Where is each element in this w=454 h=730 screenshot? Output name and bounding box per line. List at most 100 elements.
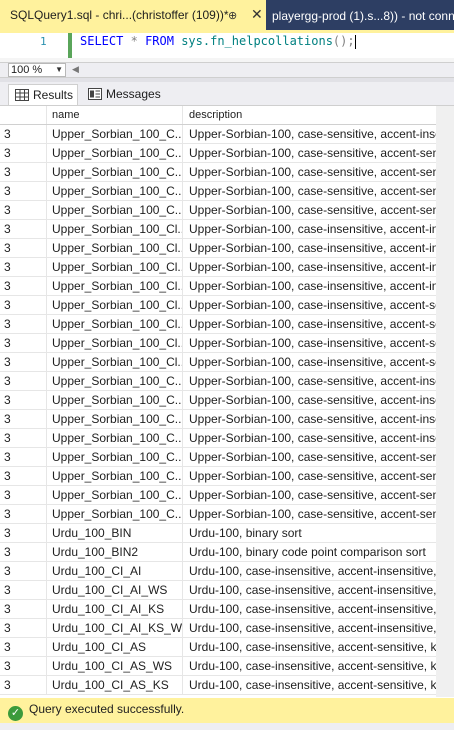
table-row[interactable]: 3 Upper_Sorbian_100_Cl... Upper-Sorbian-10… [0, 258, 436, 277]
cell-rownum[interactable]: 3 [0, 410, 47, 428]
table-row[interactable]: 3 Upper_Sorbian_100_C... Upper-Sorbian-100… [0, 163, 436, 182]
cell-description[interactable]: Upper-Sorbian-100, case-sensitive, accen… [183, 448, 436, 466]
cell-rownum[interactable]: 3 [0, 296, 47, 314]
cell-description[interactable]: Urdu-100, case-insensitive, accent-insen… [183, 619, 436, 637]
column-header-rownum[interactable] [0, 106, 47, 124]
tab-messages[interactable]: Messages [82, 84, 161, 105]
cell-description[interactable]: Upper-Sorbian-100, case-sensitive, accen… [183, 182, 436, 200]
table-row[interactable]: 3 Upper_Sorbian_100_C... Upper-Sorbian-100… [0, 505, 436, 524]
table-row[interactable]: 3 Upper_Sorbian_100_Cl... Upper-Sorbian-10… [0, 296, 436, 315]
cell-name[interactable]: Upper_Sorbian_100_C... [47, 448, 183, 466]
table-row[interactable]: 3 Urdu_100_BIN2 Urdu-100, binary code poin… [0, 543, 436, 562]
cell-name[interactable]: Upper_Sorbian_100_Cl... [47, 296, 183, 314]
cell-name[interactable]: Upper_Sorbian_100_Cl... [47, 277, 183, 295]
cell-name[interactable]: Upper_Sorbian_100_C... [47, 410, 183, 428]
column-header-name[interactable]: name [47, 106, 183, 124]
cell-rownum[interactable]: 3 [0, 486, 47, 504]
cell-name[interactable]: Urdu_100_CI_AI_KS [47, 600, 183, 618]
cell-rownum[interactable]: 3 [0, 429, 47, 447]
cell-description[interactable]: Urdu-100, case-insensitive, accent-sensi… [183, 676, 436, 694]
pin-icon[interactable]: ⊕ [228, 9, 237, 22]
cell-description[interactable]: Urdu-100, binary sort [183, 524, 436, 542]
tab-results[interactable]: Results [8, 84, 78, 105]
cell-rownum[interactable]: 3 [0, 676, 47, 694]
cell-name[interactable]: Upper_Sorbian_100_Cl... [47, 315, 183, 333]
table-row[interactable]: 3 Upper_Sorbian_100_Cl... Upper-Sorbian-10… [0, 277, 436, 296]
cell-name[interactable]: Urdu_100_CI_AI [47, 562, 183, 580]
cell-rownum[interactable]: 3 [0, 372, 47, 390]
cell-description[interactable]: Upper-Sorbian-100, case-insensitive, acc… [183, 239, 436, 257]
table-row[interactable]: 3 Urdu_100_CI_AI_WS Urdu-100, case-insensi… [0, 581, 436, 600]
cell-description[interactable]: Upper-Sorbian-100, case-sensitive, accen… [183, 410, 436, 428]
cell-rownum[interactable]: 3 [0, 220, 47, 238]
cell-rownum[interactable]: 3 [0, 315, 47, 333]
cell-name[interactable]: Upper_Sorbian_100_C... [47, 182, 183, 200]
cell-name[interactable]: Upper_Sorbian_100_Cl... [47, 334, 183, 352]
cell-name[interactable]: Urdu_100_BIN [47, 524, 183, 542]
cell-description[interactable]: Upper-Sorbian-100, case-sensitive, accen… [183, 163, 436, 181]
cell-rownum[interactable]: 3 [0, 239, 47, 257]
cell-name[interactable]: Upper_Sorbian_100_C... [47, 372, 183, 390]
cell-name[interactable]: Urdu_100_CI_AI_KS_WS [47, 619, 183, 637]
table-row[interactable]: 3 Upper_Sorbian_100_C... Upper-Sorbian-100… [0, 410, 436, 429]
cell-rownum[interactable]: 3 [0, 125, 47, 143]
cell-name[interactable]: Upper_Sorbian_100_C... [47, 144, 183, 162]
cell-name[interactable]: Urdu_100_BIN2 [47, 543, 183, 561]
cell-name[interactable]: Upper_Sorbian_100_Cl... [47, 239, 183, 257]
table-row[interactable]: 3 Urdu_100_CI_AS_KS Urdu-100, case-insensi… [0, 676, 436, 695]
table-row[interactable]: 3 Urdu_100_CI_AS_WS Urdu-100, case-insensi… [0, 657, 436, 676]
table-row[interactable]: 3 Urdu_100_CI_AS Urdu-100, case-insensitiv… [0, 638, 436, 657]
table-row[interactable]: 3 Upper_Sorbian_100_Cl... Upper-Sorbian-10… [0, 220, 436, 239]
table-row[interactable]: 3 Urdu_100_CI_AI_KS_WS Urdu-100, case-inse… [0, 619, 436, 638]
cell-description[interactable]: Urdu-100, case-insensitive, accent-insen… [183, 562, 436, 580]
cell-description[interactable]: Urdu-100, case-insensitive, accent-insen… [183, 600, 436, 618]
cell-name[interactable]: Upper_Sorbian_100_C... [47, 125, 183, 143]
cell-rownum[interactable]: 3 [0, 562, 47, 580]
cell-rownum[interactable]: 3 [0, 524, 47, 542]
cell-description[interactable]: Upper-Sorbian-100, case-insensitive, acc… [183, 220, 436, 238]
table-row[interactable]: 3 Upper_Sorbian_100_C... Upper-Sorbian-100… [0, 125, 436, 144]
cell-description[interactable]: Upper-Sorbian-100, case-insensitive, acc… [183, 296, 436, 314]
cell-name[interactable]: Urdu_100_CI_AI_WS [47, 581, 183, 599]
table-row[interactable]: 3 Upper_Sorbian_100_Cl... Upper-Sorbian-10… [0, 239, 436, 258]
results-grid[interactable]: name description 3 Upper_Sorbian_100_C...… [0, 106, 436, 695]
table-row[interactable]: 3 Upper_Sorbian_100_Cl... Upper-Sorbian-10… [0, 334, 436, 353]
cell-name[interactable]: Urdu_100_CI_AS [47, 638, 183, 656]
cell-rownum[interactable]: 3 [0, 581, 47, 599]
cell-name[interactable]: Upper_Sorbian_100_Cl... [47, 258, 183, 276]
tab-sqlquery1[interactable]: SQLQuery1.sql - chri...(christoffer (109… [0, 0, 266, 30]
cell-description[interactable]: Upper-Sorbian-100, case-insensitive, acc… [183, 334, 436, 352]
cell-rownum[interactable]: 3 [0, 638, 47, 656]
cell-description[interactable]: Urdu-100, case-insensitive, accent-sensi… [183, 657, 436, 675]
cell-rownum[interactable]: 3 [0, 258, 47, 276]
cell-rownum[interactable]: 3 [0, 448, 47, 466]
table-row[interactable]: 3 Upper_Sorbian_100_C... Upper-Sorbian-100… [0, 372, 436, 391]
table-row[interactable]: 3 Urdu_100_CI_AI Urdu-100, case-insensitiv… [0, 562, 436, 581]
cell-name[interactable]: Urdu_100_CI_AS_WS [47, 657, 183, 675]
table-row[interactable]: 3 Upper_Sorbian_100_C... Upper-Sorbian-100… [0, 182, 436, 201]
cell-name[interactable]: Upper_Sorbian_100_Cl... [47, 220, 183, 238]
cell-description[interactable]: Upper-Sorbian-100, case-sensitive, accen… [183, 201, 436, 219]
cell-description[interactable]: Upper-Sorbian-100, case-sensitive, accen… [183, 486, 436, 504]
cell-rownum[interactable]: 3 [0, 600, 47, 618]
cell-name[interactable]: Upper_Sorbian_100_Cl... [47, 353, 183, 371]
cell-rownum[interactable]: 3 [0, 182, 47, 200]
cell-description[interactable]: Upper-Sorbian-100, case-sensitive, accen… [183, 429, 436, 447]
cell-description[interactable]: Urdu-100, binary code point comparison s… [183, 543, 436, 561]
close-icon[interactable]: ✕ [251, 6, 263, 23]
table-row[interactable]: 3 Urdu_100_BIN Urdu-100, binary sort [0, 524, 436, 543]
table-row[interactable]: 3 Upper_Sorbian_100_C... Upper-Sorbian-100… [0, 144, 436, 163]
cell-description[interactable]: Upper-Sorbian-100, case-sensitive, accen… [183, 505, 436, 523]
column-header-description[interactable]: description [183, 106, 436, 124]
cell-description[interactable]: Upper-Sorbian-100, case-sensitive, accen… [183, 125, 436, 143]
cell-rownum[interactable]: 3 [0, 201, 47, 219]
cell-name[interactable]: Upper_Sorbian_100_C... [47, 467, 183, 485]
table-row[interactable]: 3 Upper_Sorbian_100_C... Upper-Sorbian-100… [0, 486, 436, 505]
scroll-left-icon[interactable]: ◀ [72, 64, 79, 75]
cell-name[interactable]: Urdu_100_CI_AS_KS [47, 676, 183, 694]
table-row[interactable]: 3 Upper_Sorbian_100_C... Upper-Sorbian-100… [0, 448, 436, 467]
cell-rownum[interactable]: 3 [0, 391, 47, 409]
cell-rownum[interactable]: 3 [0, 353, 47, 371]
cell-rownum[interactable]: 3 [0, 543, 47, 561]
cell-name[interactable]: Upper_Sorbian_100_C... [47, 201, 183, 219]
